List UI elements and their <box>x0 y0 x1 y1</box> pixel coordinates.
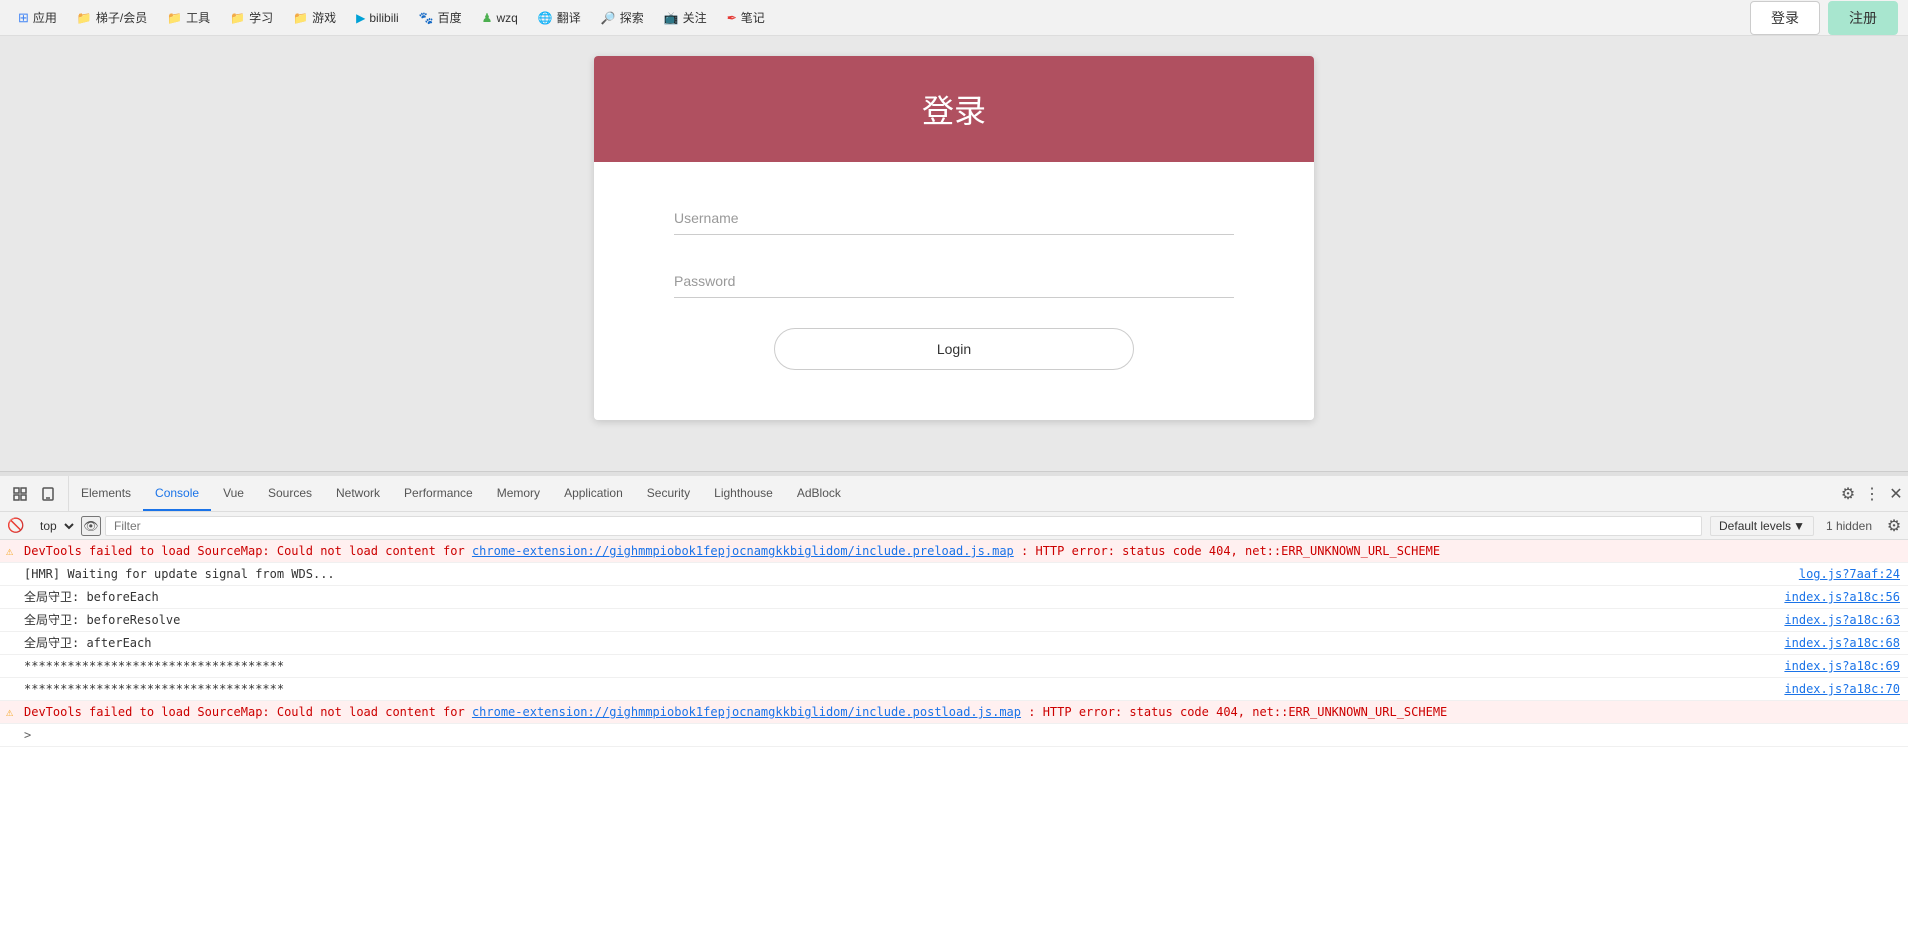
bookmark-translate[interactable]: 🌐 翻译 <box>530 5 589 30</box>
console-line: 全局守卫: afterEach index.js?a18c:68 <box>0 632 1908 655</box>
bookmark-vip[interactable]: 📁 梯子/会员 <box>69 5 155 30</box>
console-line: DevTools failed to load SourceMap: Could… <box>0 540 1908 563</box>
console-source-link[interactable]: index.js?a18c:68 <box>1768 635 1900 651</box>
tab-vue[interactable]: Vue <box>211 476 256 511</box>
console-line: 全局守卫: beforeEach index.js?a18c:56 <box>0 586 1908 609</box>
devtools-more-button[interactable]: ⋮ <box>1860 482 1884 506</box>
login-card: 登录 Login <box>594 56 1314 420</box>
console-levels-dropdown[interactable]: Default levels ▼ <box>1710 516 1814 536</box>
bookmark-tools[interactable]: 📁 工具 <box>159 5 218 30</box>
bookmark-wzq[interactable]: ♟ wzq <box>474 7 526 29</box>
tab-console[interactable]: Console <box>143 476 211 511</box>
page-content: 登录 Login <box>0 36 1908 438</box>
console-hidden-count: 1 hidden <box>1818 519 1880 533</box>
console-clear-button[interactable]: 🚫 <box>4 514 28 538</box>
username-input[interactable] <box>674 202 1234 235</box>
login-submit-button[interactable]: Login <box>774 328 1134 370</box>
bookmark-notes[interactable]: ✒ 笔记 <box>719 5 773 30</box>
bookmark-follow[interactable]: 📺 关注 <box>656 5 715 30</box>
tab-performance[interactable]: Performance <box>392 476 485 511</box>
tab-network[interactable]: Network <box>324 476 392 511</box>
devtools-close-button[interactable]: ✕ <box>1884 482 1908 506</box>
error-link-2[interactable]: chrome-extension://gighmmpiobok1fepjocna… <box>472 705 1021 719</box>
devtools-inspect-button[interactable] <box>8 482 32 506</box>
tab-security[interactable]: Security <box>635 476 702 511</box>
console-line: ************************************ ind… <box>0 678 1908 701</box>
console-source-link[interactable]: index.js?a18c:56 <box>1768 589 1900 605</box>
console-output: DevTools failed to load SourceMap: Could… <box>0 540 1908 941</box>
login-submit-area: Login <box>674 328 1234 370</box>
console-settings-button[interactable]: ⚙ <box>1884 516 1904 536</box>
bookmark-apps[interactable]: ⊞ 应用 <box>10 5 65 30</box>
password-input[interactable] <box>674 265 1234 298</box>
tab-lighthouse[interactable]: Lighthouse <box>702 476 785 511</box>
login-title: 登录 <box>624 86 1284 132</box>
devtools-toolbar: Elements Console Vue Sources Network Per… <box>0 476 1908 512</box>
console-source-link[interactable]: index.js?a18c:63 <box>1768 612 1900 628</box>
bookmark-games[interactable]: 📁 游戏 <box>285 5 344 30</box>
console-line: ************************************ ind… <box>0 655 1908 678</box>
console-line: 全局守卫: beforeResolve index.js?a18c:63 <box>0 609 1908 632</box>
bookmark-bilibili[interactable]: ▶ bilibili <box>348 7 407 29</box>
devtools-tabs: Elements Console Vue Sources Network Per… <box>69 476 1836 511</box>
header-login-button[interactable]: 登录 <box>1750 1 1820 35</box>
devtools-icons <box>0 476 69 511</box>
username-field <box>674 202 1234 235</box>
console-line: [HMR] Waiting for update signal from WDS… <box>0 563 1908 586</box>
devtools-panel: Elements Console Vue Sources Network Per… <box>0 471 1908 941</box>
bookmark-baidu[interactable]: 🐾 百度 <box>411 5 470 30</box>
devtools-settings-button[interactable]: ⚙ <box>1836 482 1860 506</box>
tab-sources[interactable]: Sources <box>256 476 324 511</box>
console-line: DevTools failed to load SourceMap: Could… <box>0 701 1908 724</box>
login-card-body: Login <box>594 162 1314 420</box>
console-prompt-line[interactable]: > <box>0 724 1908 747</box>
error-link-1[interactable]: chrome-extension://gighmmpiobok1fepjocna… <box>472 544 1014 558</box>
console-eye-button[interactable]: 👁 <box>81 516 101 536</box>
tab-memory[interactable]: Memory <box>485 476 552 511</box>
console-context-wrap: top <box>32 516 77 536</box>
header-register-button[interactable]: 注册 <box>1828 1 1898 35</box>
bookmarks-bar: ⊞ 应用 📁 梯子/会员 📁 工具 📁 学习 📁 游戏 ▶ bilibili 🐾… <box>0 0 1908 36</box>
console-source-link[interactable]: index.js?a18c:70 <box>1768 681 1900 697</box>
console-context-select[interactable]: top <box>32 516 77 536</box>
console-filter-input[interactable] <box>105 516 1702 536</box>
console-source-link[interactable]: log.js?7aaf:24 <box>1783 566 1900 582</box>
login-card-header: 登录 <box>594 56 1314 162</box>
console-source-link[interactable]: index.js?a18c:69 <box>1768 658 1900 674</box>
bookmark-explore[interactable]: 🔎 探索 <box>593 5 652 30</box>
devtools-tab-right: ⚙ ⋮ ✕ <box>1836 476 1908 511</box>
devtools-device-button[interactable] <box>36 482 60 506</box>
tab-application[interactable]: Application <box>552 476 635 511</box>
tab-adblock[interactable]: AdBlock <box>785 476 853 511</box>
tab-elements[interactable]: Elements <box>69 476 143 511</box>
console-toolbar: 🚫 top 👁 Default levels ▼ 1 hidden ⚙ <box>0 512 1908 540</box>
bookmark-learn[interactable]: 📁 学习 <box>222 5 281 30</box>
password-field <box>674 265 1234 298</box>
